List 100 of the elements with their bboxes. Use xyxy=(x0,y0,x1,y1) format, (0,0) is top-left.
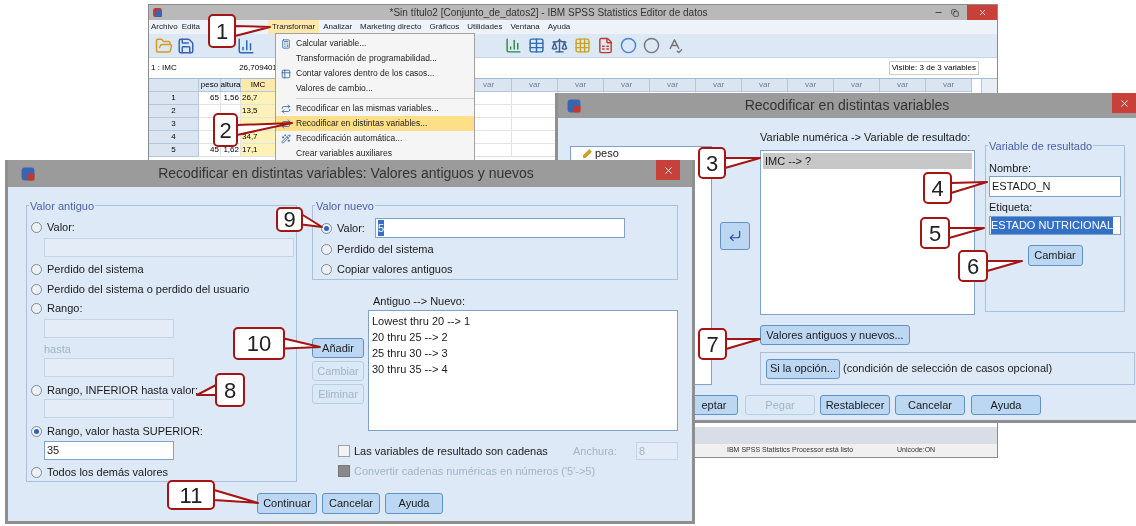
change-button[interactable]: Cambiar xyxy=(1027,245,1083,266)
cell-value-field[interactable]: 26,709401 xyxy=(227,62,277,74)
radio-label[interactable]: Rango, INFERIOR hasta valor: xyxy=(47,381,198,399)
menu-item[interactable]: Utilidades xyxy=(463,20,507,34)
dialog-title: Recodificar en distintas variables: Valores antiguos y nuevos xyxy=(157,164,535,183)
values-button[interactable]: Valores antiguos y nuevos... xyxy=(760,325,910,345)
table-cell: 65 xyxy=(199,92,221,105)
row-number[interactable]: 2 xyxy=(149,105,199,118)
chart-icon[interactable] xyxy=(237,36,255,55)
callout-number: 2 xyxy=(213,113,238,147)
menu-item[interactable]: Recodificación automática... xyxy=(276,131,474,146)
column-header[interactable]: IMC xyxy=(241,79,276,92)
menu-item[interactable]: Contar valores dentro de los casos... xyxy=(276,66,474,81)
checkbox-label[interactable]: Las variables de resultado son cadenas xyxy=(354,442,548,460)
row-number[interactable]: 3 xyxy=(149,118,199,131)
spreadsheet-icon[interactable] xyxy=(597,37,614,54)
radio-button[interactable] xyxy=(31,221,42,233)
radio-label[interactable]: Perdido del sistema xyxy=(47,260,144,278)
radio-button[interactable] xyxy=(31,425,42,437)
menu-item[interactable]: Ventana xyxy=(506,20,544,34)
menu-item[interactable]: Transformar xyxy=(267,20,320,34)
column-header[interactable]: peso xyxy=(199,79,221,92)
radio-button[interactable] xyxy=(31,466,42,478)
save-icon[interactable] xyxy=(177,36,195,55)
radio-button[interactable] xyxy=(31,283,42,295)
radio-label[interactable]: Perdido del sistema o perdido del usuario xyxy=(47,280,250,298)
callout-number: 4 xyxy=(923,172,952,204)
menu-item[interactable]: Edita xyxy=(179,20,202,34)
grid-icon[interactable] xyxy=(574,37,591,54)
callout-number: 10 xyxy=(233,327,285,360)
radio-label[interactable]: Rango, valor hasta SUPERIOR: xyxy=(47,422,203,440)
input-field[interactable]: 35 xyxy=(44,441,174,460)
radio-label[interactable]: Valor: xyxy=(337,219,365,237)
callout-pointer xyxy=(986,260,1023,272)
restore-icon[interactable] xyxy=(951,8,959,17)
field-label: Etiqueta: xyxy=(989,200,1034,214)
radio-button[interactable] xyxy=(31,384,42,396)
scale-icon[interactable] xyxy=(551,37,568,54)
row-number[interactable]: 1 xyxy=(149,92,199,105)
radio-label[interactable]: Valor: xyxy=(47,218,75,236)
row-number[interactable]: 5 xyxy=(149,144,199,157)
dialog-button[interactable]: Ayuda xyxy=(971,395,1041,415)
radio-label[interactable]: Copiar valores antiguos xyxy=(337,260,453,278)
menu-item[interactable]: Transformación de programabilidad... xyxy=(276,51,474,66)
circle-icon[interactable] xyxy=(643,37,660,54)
menu-item[interactable]: Marketing directo xyxy=(356,20,426,34)
close-button[interactable] xyxy=(656,160,680,180)
dialog-button[interactable]: Ayuda xyxy=(385,493,443,514)
callout-pointer xyxy=(283,337,321,350)
list-item[interactable]: 30 thru 35 --> 4 xyxy=(372,361,677,377)
radio-button[interactable] xyxy=(321,243,332,255)
menu-item[interactable]: Calcular variable... xyxy=(276,36,474,51)
field-label: Nombre: xyxy=(989,161,1033,175)
app-logo-icon xyxy=(20,165,36,182)
column-header[interactable]: altura xyxy=(221,79,241,92)
list-item[interactable]: 25 thru 30 --> 3 xyxy=(372,345,677,361)
radio-label[interactable]: Todos los demás valores xyxy=(47,463,169,481)
dialog-button[interactable]: Continuar xyxy=(257,493,317,514)
folder-icon[interactable] xyxy=(155,36,173,55)
dialog-button[interactable]: Cancelar xyxy=(322,493,380,514)
dialog-button[interactable]: Restablecer xyxy=(820,395,890,415)
close-icon xyxy=(1118,97,1130,109)
radio-label[interactable]: Perdido del sistema xyxy=(337,240,434,258)
input-field[interactable]: 5 xyxy=(374,218,625,238)
radio-button[interactable] xyxy=(31,263,42,275)
list-item[interactable]: peso xyxy=(595,147,619,160)
move-button[interactable] xyxy=(720,222,750,250)
menu-item[interactable]: Recodificar en distintas variables... xyxy=(276,116,474,131)
callout-pointer xyxy=(948,227,985,239)
recode-list[interactable]: Lowest thru 20 --> 1 20 thru 25 --> 2 25 thru 30 --> 3 30 thru 35 --> 4 xyxy=(368,310,678,431)
callout-number: 1 xyxy=(208,14,236,48)
menu-item[interactable]: Recodificar en las mismas variables... xyxy=(276,101,474,116)
callout-number: 3 xyxy=(698,147,726,179)
menu-item[interactable]: Crear variables auxiliares xyxy=(276,146,474,161)
list-item[interactable]: 20 thru 25 --> 2 xyxy=(372,329,677,345)
callout-pointer xyxy=(950,181,988,194)
list-item[interactable]: Lowest thru 20 --> 1 xyxy=(372,313,677,329)
menu-item[interactable]: Archivo xyxy=(149,20,180,34)
app-logo-icon xyxy=(152,7,163,18)
list-action-button[interactable]: Añadir xyxy=(312,338,364,358)
radio-button[interactable] xyxy=(31,302,42,314)
dialog-button[interactable]: Cancelar xyxy=(895,395,965,415)
chart-icon[interactable] xyxy=(505,37,522,54)
callout-pointer xyxy=(724,157,761,169)
radio-button[interactable] xyxy=(321,263,332,275)
label-field[interactable]: ESTADO NUTRICIONAL xyxy=(989,216,1121,235)
menu-item[interactable]: Analizar xyxy=(319,20,357,34)
cell-reference: 1 : IMC xyxy=(150,62,178,74)
table-icon[interactable] xyxy=(528,37,545,54)
checkbox[interactable] xyxy=(338,445,350,457)
row-number[interactable]: 4 xyxy=(149,131,199,144)
menu-item[interactable]: Gráficos xyxy=(425,20,464,34)
if-button[interactable]: Si la opción... xyxy=(766,358,840,379)
radio-label[interactable]: Rango: xyxy=(47,299,83,317)
list-item[interactable]: IMC --> ? xyxy=(763,153,972,169)
callout-number: 8 xyxy=(215,373,245,407)
close-button[interactable] xyxy=(1112,93,1136,113)
menu-item[interactable]: Ayuda xyxy=(543,20,575,34)
circle-icon[interactable] xyxy=(620,37,637,54)
pencil-icon xyxy=(583,149,592,158)
